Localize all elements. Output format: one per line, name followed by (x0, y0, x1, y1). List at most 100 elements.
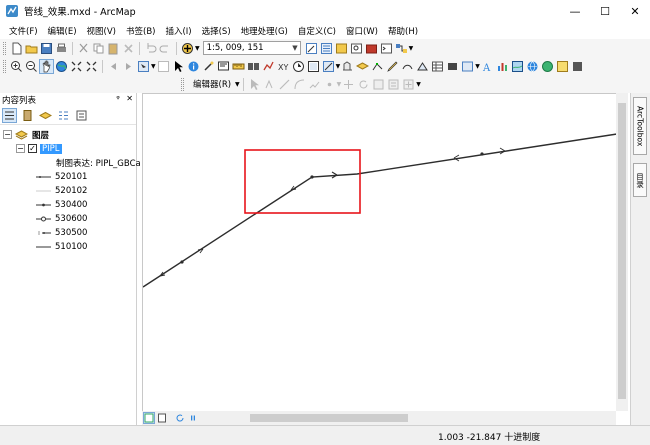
overview-icon[interactable] (461, 60, 474, 73)
paste-icon[interactable] (107, 42, 120, 55)
refresh-icon[interactable] (175, 413, 185, 423)
map-display[interactable] (142, 93, 618, 412)
straight-segment-icon[interactable] (278, 78, 291, 91)
list-by-visibility-icon[interactable] (39, 109, 52, 122)
horizontal-scroll-thumb[interactable] (250, 414, 408, 422)
cut-icon[interactable] (77, 42, 90, 55)
forward-extent-icon[interactable] (122, 60, 135, 73)
arctoolbox-dock-tab[interactable]: ArcToolbox (633, 97, 647, 155)
identify-icon[interactable] (187, 60, 200, 73)
menu-bookmarks[interactable]: 书签(B) (121, 25, 160, 37)
menu-customize[interactable]: 自定义(C) (293, 25, 341, 37)
arctoolbox-window-icon[interactable] (365, 42, 378, 55)
toolbar-grip[interactable] (181, 77, 184, 91)
menu-help[interactable]: 帮助(H) (383, 25, 423, 37)
legend-item-510100[interactable]: 510100 (36, 240, 87, 253)
layers-group-row[interactable]: − 图层 (3, 128, 49, 141)
toolbar-grip[interactable] (3, 59, 6, 73)
toolbar-grip[interactable] (3, 41, 6, 55)
add-data-icon[interactable] (181, 42, 194, 55)
open-folder-icon[interactable] (25, 42, 38, 55)
sketch-properties-icon[interactable] (387, 78, 400, 91)
split-icon[interactable] (342, 78, 355, 91)
map-vertical-scrollbar[interactable] (616, 93, 628, 411)
vertical-scroll-thumb[interactable] (618, 103, 626, 399)
menu-windows[interactable]: 窗口(W) (341, 25, 383, 37)
catalog-window-icon[interactable] (335, 42, 348, 55)
new-document-icon[interactable] (10, 42, 23, 55)
label-icon[interactable]: A (481, 60, 494, 73)
delete-icon[interactable] (122, 42, 135, 55)
topology-icon[interactable] (416, 60, 429, 73)
trace-icon[interactable] (308, 78, 321, 91)
select-elements-arrow-icon[interactable] (172, 60, 185, 73)
collapse-pipl-icon[interactable]: − (16, 144, 25, 153)
toolbar-options-icon[interactable]: ▼ (409, 45, 414, 52)
menu-insert[interactable]: 插入(I) (160, 25, 196, 37)
layout-view-icon[interactable] (157, 413, 167, 423)
editor-toolbar-icon[interactable] (305, 42, 318, 55)
list-by-selection-icon[interactable] (57, 109, 70, 122)
redo-icon[interactable] (159, 42, 172, 55)
menu-view[interactable]: 视图(V) (82, 25, 121, 37)
pan-hand-icon[interactable] (39, 58, 54, 74)
table-icon[interactable] (431, 60, 444, 73)
collapse-layers-icon[interactable]: − (3, 130, 12, 139)
pipeline-feature[interactable] (142, 133, 618, 288)
fixed-zoom-out-icon[interactable] (85, 60, 98, 73)
pipl-layer-name[interactable]: PIPL (40, 143, 62, 154)
toc-close-button[interactable]: ✕ (126, 94, 133, 103)
list-by-drawing-order-icon[interactable] (2, 108, 17, 123)
menu-geoprocessing[interactable]: 地理处理(G) (236, 25, 293, 37)
menu-selection[interactable]: 选择(S) (197, 25, 236, 37)
find-icon[interactable] (247, 60, 260, 73)
time-slider-icon[interactable] (292, 60, 305, 73)
full-extent-globe-icon[interactable] (55, 60, 68, 73)
edit-dropdown-icon[interactable]: ▼ (336, 63, 341, 70)
editor-menu-button[interactable]: 编辑器(R) (193, 78, 231, 90)
reshape-icon[interactable] (401, 60, 414, 73)
editor-options-icon[interactable]: ▼ (416, 81, 421, 88)
pipl-visibility-checkbox[interactable]: ✓ (28, 144, 37, 153)
zoom-out-icon[interactable] (25, 60, 38, 73)
data-view-icon[interactable] (143, 412, 155, 424)
menu-file[interactable]: 文件(F) (4, 25, 43, 37)
create-features-icon[interactable] (402, 78, 415, 91)
pencil-icon[interactable] (386, 60, 399, 73)
attributes-icon[interactable] (372, 78, 385, 91)
undo-icon[interactable] (144, 42, 157, 55)
georef-icon[interactable] (341, 60, 354, 73)
legend-item-530400[interactable]: 530400 (36, 198, 87, 211)
pipl-layer-row[interactable]: − ✓ PIPL (16, 142, 62, 155)
close-button[interactable]: ✕ (620, 0, 650, 22)
menu-edit[interactable]: 编辑(E) (43, 25, 82, 37)
layer-icon[interactable] (356, 60, 370, 73)
construction-dropdown-icon[interactable]: ▼ (337, 81, 342, 88)
pin-icon[interactable]: ᵠ (116, 94, 119, 103)
map-canvas[interactable] (142, 94, 618, 412)
search-window-icon[interactable] (350, 42, 363, 55)
hyperlink-icon[interactable] (202, 60, 215, 73)
model-builder-icon[interactable] (395, 42, 408, 55)
edit-tool-icon[interactable] (248, 78, 261, 91)
catalog-dock-tab[interactable]: 目录 (633, 163, 647, 197)
fixed-zoom-in-icon[interactable] (70, 60, 83, 73)
edit-annotation-icon[interactable] (263, 78, 276, 91)
table-of-contents-icon[interactable] (320, 42, 333, 55)
clear-selection-icon[interactable] (157, 60, 170, 73)
select-features-icon[interactable] (137, 60, 150, 73)
map-frame-icon[interactable] (511, 60, 524, 73)
zoom-in-icon[interactable] (10, 60, 23, 73)
print-icon[interactable] (55, 42, 68, 55)
point-icon[interactable] (323, 78, 336, 91)
legend-item-520101[interactable]: 520101 (36, 170, 87, 183)
measure-icon[interactable] (232, 60, 245, 73)
legend-item-530600[interactable]: 530600 (36, 212, 87, 225)
endpoint-arc-icon[interactable] (293, 78, 306, 91)
rotate-icon[interactable] (357, 78, 370, 91)
maximize-button[interactable]: ☐ (590, 0, 620, 22)
copy-icon[interactable] (92, 42, 105, 55)
graph-icon[interactable] (496, 60, 509, 73)
scene-icon[interactable] (541, 60, 554, 73)
editor-snapping-icon[interactable] (322, 60, 335, 73)
